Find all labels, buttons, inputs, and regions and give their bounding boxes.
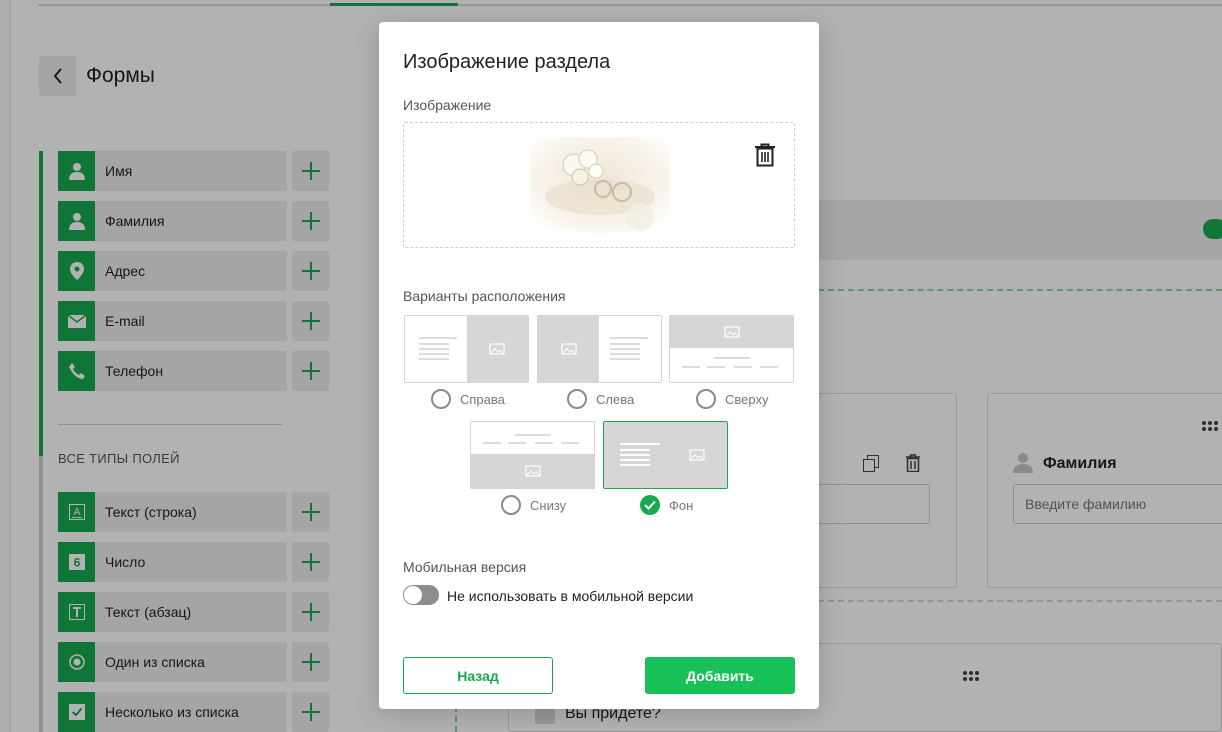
delete-image-icon[interactable] (754, 143, 776, 167)
layout-option-background[interactable] (603, 421, 728, 489)
radio-label: Справа (460, 391, 505, 407)
layout-radio-background[interactable]: Фон (640, 495, 693, 515)
mobile-version-label: Мобильная версия (403, 559, 527, 575)
toggle-knob (404, 586, 422, 604)
layout-radio-left[interactable]: Слева (567, 389, 634, 409)
layout-option-right[interactable] (404, 315, 529, 383)
image-upload-zone[interactable] (403, 122, 795, 248)
check-icon (644, 500, 656, 510)
layout-radio-right[interactable]: Справа (431, 389, 505, 409)
layout-option-top[interactable] (669, 315, 794, 383)
layout-options-label: Варианты расположения (403, 288, 566, 304)
layout-radio-bottom[interactable]: Снизу (501, 495, 566, 515)
section-image-dialog: Изображение раздела Изображение Варианты… (379, 22, 819, 709)
radio-label: Сверху (725, 391, 769, 407)
layout-option-bottom[interactable] (470, 421, 595, 489)
radio-label: Снизу (530, 497, 567, 513)
dialog-title: Изображение раздела (403, 51, 611, 73)
radio-button[interactable] (501, 495, 521, 515)
radio-button[interactable] (431, 389, 451, 409)
add-button[interactable]: Добавить (645, 657, 795, 694)
radio-button[interactable] (696, 389, 716, 409)
radio-button[interactable] (567, 389, 587, 409)
layout-radio-top[interactable]: Сверху (696, 389, 768, 409)
mobile-toggle-switch[interactable] (403, 585, 439, 605)
radio-label: Фон (669, 497, 694, 513)
radio-label: Слева (596, 391, 635, 407)
radio-button-checked[interactable] (640, 495, 660, 515)
layout-option-left[interactable] (537, 315, 662, 383)
back-button[interactable]: Назад (403, 657, 553, 694)
section-image-thumbnail (530, 137, 670, 233)
image-label: Изображение (403, 97, 492, 113)
mobile-toggle-label: Не использовать в мобильной версии (447, 588, 694, 604)
